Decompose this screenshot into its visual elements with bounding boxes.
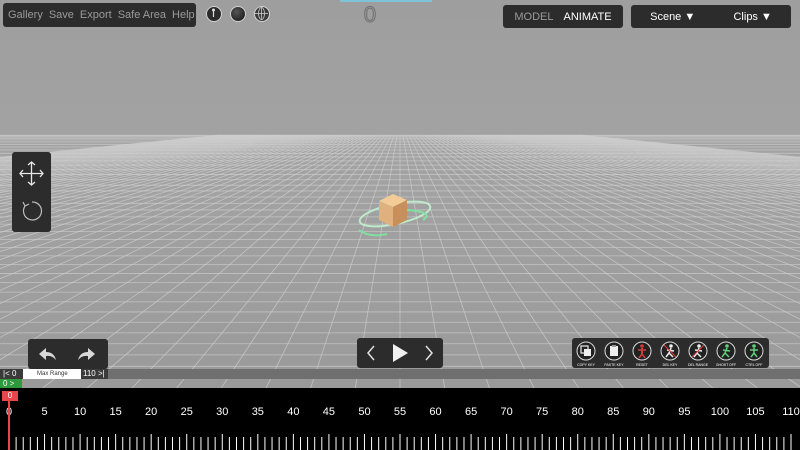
history-panel — [28, 339, 108, 369]
paste-key-icon — [604, 341, 624, 361]
ctrl-toggle-button[interactable]: CTRL OFF — [744, 341, 764, 367]
mode-switch: MODEL ANIMATE — [503, 5, 623, 28]
tick-label: 60 — [429, 406, 441, 418]
ctrl-off-icon — [744, 341, 764, 361]
undo-icon[interactable] — [36, 344, 58, 364]
tick-label: 35 — [252, 406, 264, 418]
chevron-down-icon: ▼ — [761, 10, 772, 23]
transform-tools — [12, 152, 51, 232]
solid-shading-button[interactable] — [230, 6, 246, 22]
menu-help[interactable]: Help — [172, 9, 195, 21]
scene-dropdown[interactable]: Scene ▼ — [650, 11, 695, 23]
tick-label: 65 — [465, 406, 477, 418]
rotate-icon[interactable] — [20, 199, 44, 223]
range-slider-track[interactable] — [0, 369, 800, 379]
max-range-field[interactable]: Max Range — [23, 369, 81, 379]
cube-object[interactable] — [355, 190, 445, 242]
key-tools-panel: COPY KEY PASTE KEY RESET DEL KEY DEL RAN… — [572, 338, 769, 368]
reset-figure-icon — [632, 341, 652, 361]
range-max-button[interactable]: 110 >| — [81, 369, 108, 379]
tick-label: 85 — [607, 406, 619, 418]
delete-key-button[interactable]: DEL KEY — [660, 341, 680, 367]
copy-key-button[interactable]: COPY KEY — [576, 341, 596, 367]
play-icon[interactable] — [391, 343, 409, 363]
timeline-ruler[interactable]: 0 5 10 15 20 25 30 35 40 45 50 55 60 65 70 75 80 85 90 95 10… — [0, 388, 800, 450]
chevron-down-icon: ▼ — [684, 10, 696, 23]
tick-label: 20 — [145, 406, 157, 418]
animate-mode-tab[interactable]: ANIMATE — [564, 11, 612, 23]
timeline-ticks: 0510152025303540455055606570758085909510… — [6, 400, 800, 450]
tick-label: 45 — [323, 406, 335, 418]
tick-label: 55 — [394, 406, 406, 418]
tick-label: 30 — [216, 406, 228, 418]
tick-label: 15 — [110, 406, 122, 418]
tick-label: 80 — [572, 406, 584, 418]
menu-save[interactable]: Save — [49, 9, 74, 21]
tick-label: 40 — [287, 406, 299, 418]
scene-label: Scene — [650, 10, 682, 23]
ring-front-arc — [358, 229, 388, 237]
delete-key-icon — [660, 341, 680, 361]
main-menu: Gallery Save Export Safe Area Help — [3, 3, 196, 27]
menu-export[interactable]: Export — [80, 9, 112, 21]
3d-viewport[interactable] — [0, 0, 800, 390]
figure-icon — [212, 8, 215, 17]
tick-label: 90 — [643, 406, 655, 418]
paste-key-button[interactable]: PASTE KEY — [604, 341, 624, 367]
tick-label: 5 — [41, 406, 47, 418]
wireframe-sphere-icon — [255, 7, 268, 20]
start-frame-marker[interactable]: 0 > — [0, 379, 22, 388]
clips-label: Clips — [733, 10, 758, 23]
tick-label: 95 — [678, 406, 690, 418]
clips-dropdown[interactable]: Clips ▼ — [733, 11, 771, 23]
tick-label: 10 — [74, 406, 86, 418]
tick-label: 105 — [746, 406, 764, 418]
figure-view-button[interactable] — [206, 6, 222, 22]
delete-range-button[interactable]: DEL RANGE — [688, 341, 708, 367]
menu-gallery[interactable]: Gallery — [8, 9, 43, 21]
ghost-off-icon — [716, 341, 736, 361]
tick-label: 75 — [536, 406, 548, 418]
copy-key-icon — [576, 341, 596, 361]
playhead-marker[interactable]: 0 — [2, 391, 18, 401]
model-mode-tab[interactable]: MODEL — [514, 11, 553, 23]
redo-icon[interactable] — [76, 344, 98, 364]
move-arrows-icon[interactable] — [18, 160, 45, 187]
range-min-button[interactable]: |< 0 — [0, 369, 23, 379]
tick-label: 100 — [711, 406, 729, 418]
frame-counter: 0 — [363, 2, 377, 28]
ctrl-off-label: CTRL OFF — [745, 363, 763, 367]
delete-range-icon — [688, 341, 708, 361]
wireframe-button[interactable] — [254, 6, 270, 22]
reset-button[interactable]: RESET — [632, 341, 652, 367]
previous-frame-icon[interactable] — [365, 344, 377, 362]
playback-controls — [357, 338, 443, 368]
menu-safe-area[interactable]: Safe Area — [118, 9, 166, 21]
scene-clips-bar: Scene ▼ Clips ▼ — [631, 5, 791, 28]
next-frame-icon[interactable] — [423, 344, 435, 362]
ghost-toggle-button[interactable]: GHOST OFF — [716, 341, 736, 367]
tick-label: 25 — [181, 406, 193, 418]
tick-label: 70 — [501, 406, 513, 418]
tick-label: 50 — [358, 406, 370, 418]
tick-label: 110 — [782, 406, 800, 418]
